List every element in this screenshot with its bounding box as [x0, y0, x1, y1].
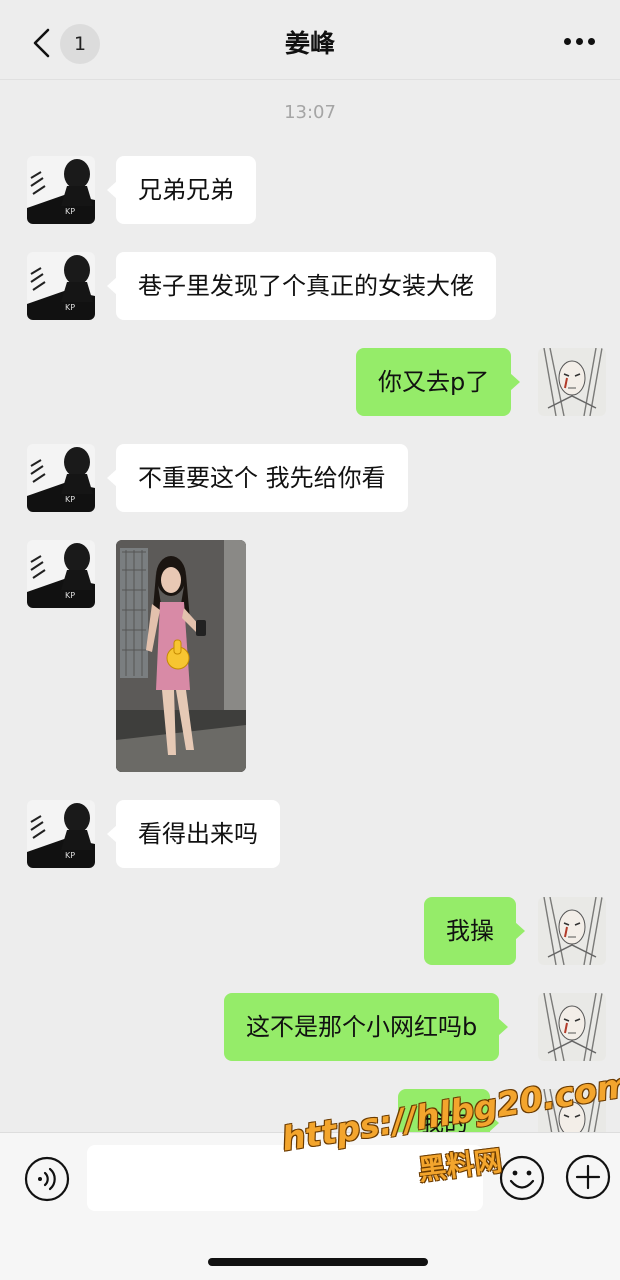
- contact-avatar[interactable]: KP: [27, 540, 95, 608]
- voice-icon[interactable]: [24, 1156, 70, 1202]
- emoji-icon[interactable]: [498, 1154, 546, 1202]
- message-bubble-incoming[interactable]: 看得出来吗: [107, 800, 280, 868]
- message-bubble-incoming[interactable]: 巷子里发现了个真正的女装大佬: [107, 252, 496, 320]
- contact-avatar[interactable]: KP: [27, 444, 95, 512]
- message-bubble-outgoing[interactable]: 我操: [424, 897, 525, 965]
- svg-text:KP: KP: [65, 303, 75, 312]
- svg-text:KP: KP: [65, 207, 75, 216]
- svg-text:KP: KP: [65, 851, 75, 860]
- message-input[interactable]: [87, 1145, 483, 1211]
- my-avatar[interactable]: [538, 993, 606, 1061]
- more-horizontal-icon[interactable]: [560, 38, 600, 50]
- message-bubble-incoming[interactable]: 兄弟兄弟: [107, 156, 256, 224]
- svg-text:KP: KP: [65, 591, 75, 600]
- svg-text:KP: KP: [65, 495, 75, 504]
- chat-header: 1 姜峰: [0, 0, 620, 80]
- message-bubble-incoming[interactable]: 不重要这个 我先给你看: [107, 444, 408, 512]
- my-avatar[interactable]: [538, 348, 606, 416]
- plus-icon[interactable]: [565, 1154, 611, 1200]
- message-bubble-outgoing[interactable]: 你又去p了: [356, 348, 521, 416]
- contact-avatar[interactable]: KP: [27, 252, 95, 320]
- my-avatar[interactable]: [538, 897, 606, 965]
- home-indicator: [208, 1258, 428, 1266]
- image-message[interactable]: [116, 540, 246, 772]
- message-bubble-outgoing[interactable]: 这不是那个小网红吗b: [224, 993, 509, 1061]
- contact-avatar[interactable]: KP: [27, 800, 95, 868]
- message-timestamp: 13:07: [284, 102, 336, 123]
- contact-avatar[interactable]: KP: [27, 156, 95, 224]
- chat-title: 姜峰: [284, 29, 335, 58]
